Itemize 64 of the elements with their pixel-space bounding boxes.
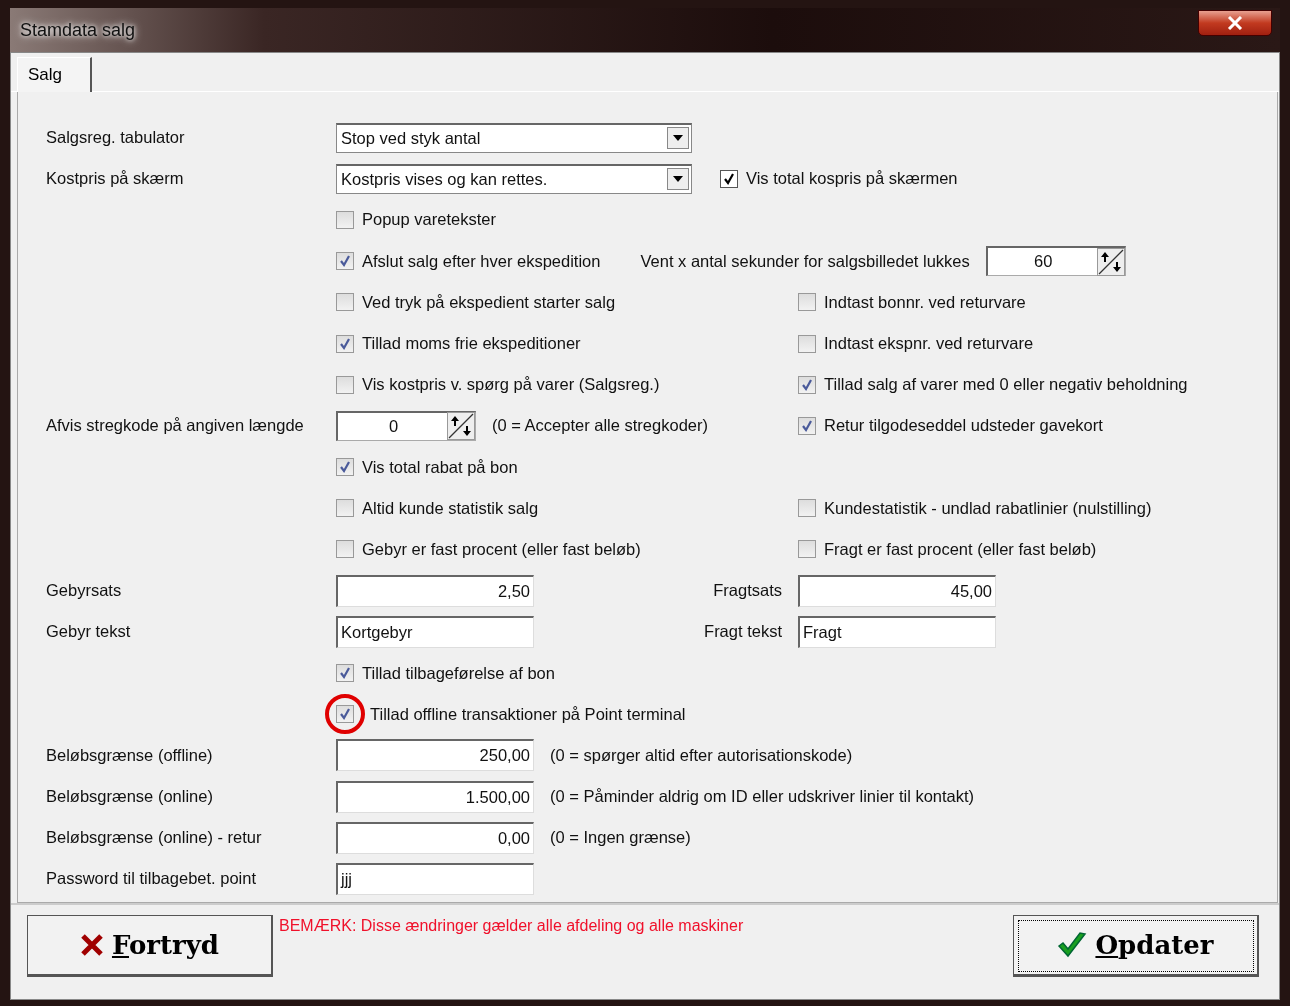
checkbox[interactable]: Vis total rabat på bon bbox=[336, 457, 518, 477]
hint-text: (0 = Ingen grænse) bbox=[550, 828, 691, 848]
checkmark-icon bbox=[338, 666, 352, 681]
input-field[interactable]: jjj bbox=[336, 862, 534, 895]
checkbox[interactable]: Vis kostpris v. spørg på varer (Salgsreg.) bbox=[336, 375, 660, 395]
checkmark-icon bbox=[338, 460, 352, 475]
checkbox[interactable]: Tillad moms frie ekspeditioner bbox=[336, 334, 581, 354]
field-label: Afvis stregkode på angiven længde bbox=[46, 416, 304, 435]
hint-text: (0 = Accepter alle stregkoder) bbox=[492, 416, 708, 436]
tab[interactable]: Salg bbox=[17, 57, 93, 92]
checkmark-icon bbox=[338, 707, 352, 722]
hint-text: (0 = spørger altid efter autorisationskode) bbox=[550, 745, 853, 765]
checkbox[interactable]: Kundestatistik - undlad rabatlinier (nulstilling) bbox=[798, 498, 1152, 518]
update-button[interactable]: Opdater bbox=[1013, 915, 1259, 977]
field-label: Beløbsgrænse (online) bbox=[46, 787, 213, 806]
input-field[interactable]: 0,00 bbox=[336, 821, 534, 854]
field-label: Password til tilbagebet. point bbox=[46, 869, 257, 888]
checkmark-icon bbox=[722, 171, 736, 186]
checkbox[interactable]: Altid kunde statistik salg bbox=[336, 498, 539, 518]
dropdown[interactable]: Stop ved styk antal bbox=[336, 122, 692, 153]
input-field[interactable]: Kortgebyr bbox=[336, 615, 534, 648]
input-field[interactable]: 250,00 bbox=[336, 739, 534, 772]
field-label: Gebyrsats bbox=[46, 581, 122, 600]
field-label: Beløbsgrænse (offline) bbox=[46, 745, 213, 764]
checkbox[interactable]: Gebyr er fast procent (eller fast beløb) bbox=[336, 539, 641, 559]
spin-arrows-icon[interactable] bbox=[1096, 247, 1125, 276]
field-label: Kostpris på skærm bbox=[46, 169, 184, 188]
checkbox[interactable]: Tillad salg af varer med 0 eller negativ beholdning bbox=[798, 375, 1188, 395]
checkbox[interactable]: Afslut salg efter hver ekspedition bbox=[336, 251, 601, 271]
field-label: Gebyr tekst bbox=[46, 622, 131, 641]
input-field[interactable]: 45,00 bbox=[798, 574, 996, 607]
spin-field[interactable]: 60 bbox=[985, 246, 1126, 277]
checkmark-icon bbox=[800, 377, 814, 392]
input-field[interactable]: Fragt bbox=[798, 615, 996, 648]
cancel-button[interactable]: Fortryd bbox=[27, 915, 273, 977]
checkbox[interactable]: Tillad offline transaktioner på Point terminal bbox=[336, 704, 686, 724]
field-label: Fragt tekst bbox=[704, 622, 782, 642]
checkbox[interactable]: Retur tilgodeseddel udsteder gavekort bbox=[798, 416, 1103, 436]
field-label: Salgsreg. tabulator bbox=[46, 128, 185, 147]
hint-text: Vent x antal sekunder for salgsbilledet lukkes bbox=[640, 251, 970, 271]
input-field[interactable]: 2,50 bbox=[336, 574, 534, 607]
checkmark-icon bbox=[800, 418, 814, 433]
hint-text: (0 = Påminder aldrig om ID eller udskriver linier til kontakt) bbox=[550, 787, 975, 807]
field-label: Fragtsats bbox=[713, 581, 782, 601]
checkbox[interactable]: Popup varetekster bbox=[336, 210, 496, 230]
x-icon bbox=[79, 933, 104, 957]
checkbox[interactable]: Vis total kospris på skærmen bbox=[720, 169, 958, 189]
close-icon bbox=[1227, 16, 1243, 30]
field-label: Beløbsgrænse (online) - retur bbox=[46, 828, 262, 847]
checkmark-icon bbox=[1057, 931, 1088, 959]
checkbox[interactable]: Indtast bonnr. ved returvare bbox=[798, 292, 1026, 312]
checkmark-icon bbox=[338, 336, 352, 351]
spin-arrows-icon[interactable] bbox=[447, 412, 475, 441]
spin-field[interactable]: 0 bbox=[336, 410, 476, 441]
notice-text: BEMÆRK: Disse ændringer gælder alle afdeling og alle maskiner bbox=[279, 917, 744, 935]
checkbox[interactable]: Indtast ekspnr. ved returvare bbox=[798, 334, 1034, 354]
close-button[interactable] bbox=[1198, 10, 1272, 36]
checkbox[interactable]: Fragt er fast procent (eller fast beløb) bbox=[798, 539, 1097, 559]
checkmark-icon bbox=[338, 254, 352, 269]
checkbox[interactable]: Tillad tilbageførelse af bon bbox=[336, 663, 555, 683]
window-title: Stamdata salg bbox=[20, 19, 136, 41]
input-field[interactable]: 1.500,00 bbox=[336, 780, 534, 813]
checkbox[interactable]: Ved tryk på ekspedient starter salg bbox=[336, 292, 616, 312]
dropdown[interactable]: Kostpris vises og kan rettes. bbox=[336, 163, 692, 194]
